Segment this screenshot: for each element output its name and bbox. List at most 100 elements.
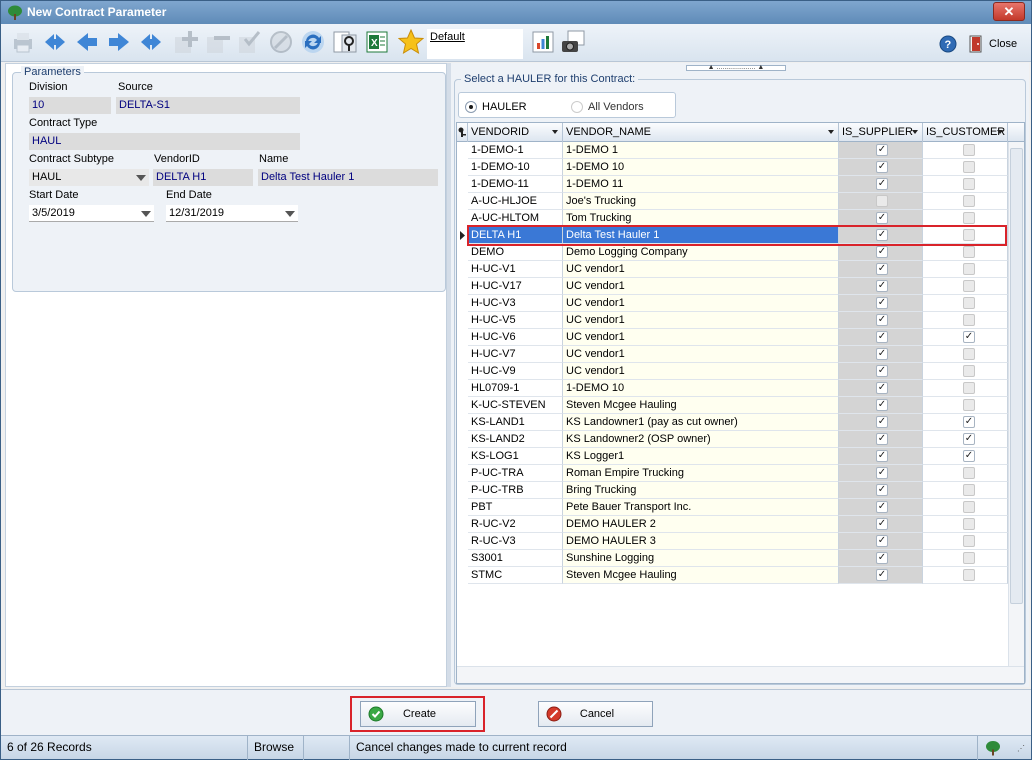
table-row[interactable]: HL0709-1 1-DEMO 10 ✓ bbox=[457, 380, 1008, 397]
vendor-name-cell[interactable]: UC vendor1 bbox=[563, 295, 839, 312]
is-customer-checkbox[interactable]: ✓ bbox=[963, 416, 975, 428]
delete-record-icon[interactable] bbox=[203, 28, 231, 56]
is-customer-checkbox[interactable] bbox=[963, 297, 975, 309]
refresh-icon[interactable] bbox=[299, 28, 327, 56]
vendorid-cell[interactable]: H-UC-V17 bbox=[468, 278, 563, 295]
close-button[interactable]: Close bbox=[969, 34, 1017, 54]
is-customer-checkbox[interactable] bbox=[963, 484, 975, 496]
vendorid-cell[interactable]: H-UC-V7 bbox=[468, 346, 563, 363]
cancel-button[interactable]: Cancel bbox=[538, 701, 653, 727]
vendorid-cell[interactable]: DEMO bbox=[468, 244, 563, 261]
table-row[interactable]: P-UC-TRA Roman Empire Trucking ✓ bbox=[457, 465, 1008, 482]
vendor-name-cell[interactable]: UC vendor1 bbox=[563, 261, 839, 278]
table-row[interactable]: KS-LAND1 KS Landowner1 (pay as cut owner)… bbox=[457, 414, 1008, 431]
vendor-name-cell[interactable]: Sunshine Logging bbox=[563, 550, 839, 567]
post-edit-icon[interactable] bbox=[235, 28, 263, 56]
is-customer-checkbox[interactable] bbox=[963, 552, 975, 564]
vendorid-cell[interactable]: A-UC-HLJOE bbox=[468, 193, 563, 210]
is-supplier-checkbox[interactable]: ✓ bbox=[876, 552, 888, 564]
is-customer-checkbox[interactable] bbox=[963, 348, 975, 360]
vendor-name-cell[interactable]: Pete Bauer Transport Inc. bbox=[563, 499, 839, 516]
vendorid-cell[interactable]: H-UC-V3 bbox=[468, 295, 563, 312]
is-customer-checkbox[interactable] bbox=[963, 161, 975, 173]
next-record-icon[interactable] bbox=[105, 28, 133, 56]
vendor-name-cell[interactable]: 1-DEMO 10 bbox=[563, 159, 839, 176]
is-supplier-checkbox[interactable]: ✓ bbox=[876, 518, 888, 530]
is-supplier-checkbox[interactable]: ✓ bbox=[876, 246, 888, 258]
vendorid-cell[interactable]: H-UC-V5 bbox=[468, 312, 563, 329]
vendorid-cell[interactable]: PBT bbox=[468, 499, 563, 516]
vendor-name-cell[interactable]: UC vendor1 bbox=[563, 329, 839, 346]
vendor-name-cell[interactable]: DEMO HAULER 3 bbox=[563, 533, 839, 550]
vendor-name-cell[interactable]: Tom Trucking bbox=[563, 210, 839, 227]
is-customer-checkbox[interactable] bbox=[963, 229, 975, 241]
table-row[interactable]: H-UC-V7 UC vendor1 ✓ bbox=[457, 346, 1008, 363]
column-header-vendorid[interactable]: VENDORID bbox=[468, 123, 563, 142]
is-supplier-checkbox[interactable]: ✓ bbox=[876, 450, 888, 462]
print-icon[interactable] bbox=[9, 28, 37, 56]
is-customer-checkbox[interactable] bbox=[963, 501, 975, 513]
table-row[interactable]: P-UC-TRB Bring Trucking ✓ bbox=[457, 482, 1008, 499]
is-supplier-checkbox[interactable]: ✓ bbox=[876, 212, 888, 224]
table-row[interactable]: K-UC-STEVEN Steven Mcgee Hauling ✓ bbox=[457, 397, 1008, 414]
layout-chart-icon[interactable] bbox=[529, 28, 557, 56]
vendorid-cell[interactable]: 1-DEMO-11 bbox=[468, 176, 563, 193]
is-customer-checkbox[interactable]: ✓ bbox=[963, 331, 975, 343]
vendor-name-cell[interactable]: 1-DEMO 11 bbox=[563, 176, 839, 193]
vendorid-cell[interactable]: P-UC-TRA bbox=[468, 465, 563, 482]
vendorid-cell[interactable]: 1-DEMO-10 bbox=[468, 159, 563, 176]
is-supplier-checkbox[interactable]: ✓ bbox=[876, 569, 888, 581]
column-header-is-customer[interactable]: IS_CUSTOMER bbox=[923, 123, 1008, 142]
chevron-down-icon[interactable] bbox=[140, 208, 152, 219]
chevron-down-icon[interactable] bbox=[284, 208, 296, 219]
is-supplier-checkbox[interactable] bbox=[876, 195, 888, 207]
vendorid-cell[interactable]: K-UC-STEVEN bbox=[468, 397, 563, 414]
is-customer-checkbox[interactable] bbox=[963, 144, 975, 156]
vendor-name-cell[interactable]: Steven Mcgee Hauling bbox=[563, 397, 839, 414]
favorite-star-icon[interactable] bbox=[397, 28, 425, 56]
table-row[interactable]: A-UC-HLTOM Tom Trucking ✓ bbox=[457, 210, 1008, 227]
table-row[interactable]: 1-DEMO-11 1-DEMO 11 ✓ bbox=[457, 176, 1008, 193]
vendor-name-cell[interactable]: Delta Test Hauler 1 bbox=[563, 227, 839, 244]
vendorid-cell[interactable]: R-UC-V3 bbox=[468, 533, 563, 550]
is-supplier-checkbox[interactable]: ✓ bbox=[876, 229, 888, 241]
vendorid-cell[interactable]: DELTA H1 bbox=[468, 227, 563, 244]
is-supplier-checkbox[interactable]: ✓ bbox=[876, 280, 888, 292]
vendorid-cell[interactable]: R-UC-V2 bbox=[468, 516, 563, 533]
vendorid-cell[interactable]: P-UC-TRB bbox=[468, 482, 563, 499]
is-supplier-checkbox[interactable]: ✓ bbox=[876, 484, 888, 496]
is-supplier-checkbox[interactable]: ✓ bbox=[876, 365, 888, 377]
vendor-name-cell[interactable]: 1-DEMO 10 bbox=[563, 380, 839, 397]
first-record-icon[interactable] bbox=[41, 28, 69, 56]
vendorid-cell[interactable]: KS-LAND1 bbox=[468, 414, 563, 431]
camera-icon[interactable] bbox=[559, 28, 587, 56]
vendor-name-cell[interactable]: Roman Empire Trucking bbox=[563, 465, 839, 482]
is-customer-checkbox[interactable] bbox=[963, 518, 975, 530]
is-customer-checkbox[interactable] bbox=[963, 399, 975, 411]
table-row[interactable]: H-UC-V5 UC vendor1 ✓ bbox=[457, 312, 1008, 329]
is-supplier-checkbox[interactable]: ✓ bbox=[876, 399, 888, 411]
vendorid-cell[interactable]: HL0709-1 bbox=[468, 380, 563, 397]
is-supplier-checkbox[interactable]: ✓ bbox=[876, 144, 888, 156]
table-row[interactable]: KS-LAND2 KS Landowner2 (OSP owner) ✓ ✓ bbox=[457, 431, 1008, 448]
is-customer-checkbox[interactable]: ✓ bbox=[963, 450, 975, 462]
vendorid-cell[interactable]: H-UC-V1 bbox=[468, 261, 563, 278]
column-header-vendor-name[interactable]: VENDOR_NAME bbox=[563, 123, 839, 142]
is-supplier-checkbox[interactable]: ✓ bbox=[876, 263, 888, 275]
is-supplier-checkbox[interactable]: ✓ bbox=[876, 535, 888, 547]
start-date-picker[interactable]: 3/5/2019 bbox=[29, 205, 154, 222]
is-supplier-checkbox[interactable]: ✓ bbox=[876, 501, 888, 513]
is-customer-checkbox[interactable] bbox=[963, 212, 975, 224]
is-customer-checkbox[interactable] bbox=[963, 569, 975, 581]
is-supplier-checkbox[interactable]: ✓ bbox=[876, 161, 888, 173]
window-close-button[interactable]: ✕ bbox=[993, 2, 1025, 21]
table-row[interactable]: H-UC-V6 UC vendor1 ✓ ✓ bbox=[457, 329, 1008, 346]
table-row[interactable]: H-UC-V3 UC vendor1 ✓ bbox=[457, 295, 1008, 312]
layout-default-link[interactable]: Default bbox=[427, 29, 523, 59]
table-row[interactable]: R-UC-V2 DEMO HAULER 2 ✓ bbox=[457, 516, 1008, 533]
end-date-picker[interactable]: 12/31/2019 bbox=[166, 205, 298, 222]
is-customer-checkbox[interactable] bbox=[963, 195, 975, 207]
is-customer-checkbox[interactable] bbox=[963, 467, 975, 479]
table-row-selected[interactable]: DELTA H1 Delta Test Hauler 1 ✓ bbox=[457, 227, 1008, 244]
vendorid-cell[interactable]: STMC bbox=[468, 567, 563, 584]
